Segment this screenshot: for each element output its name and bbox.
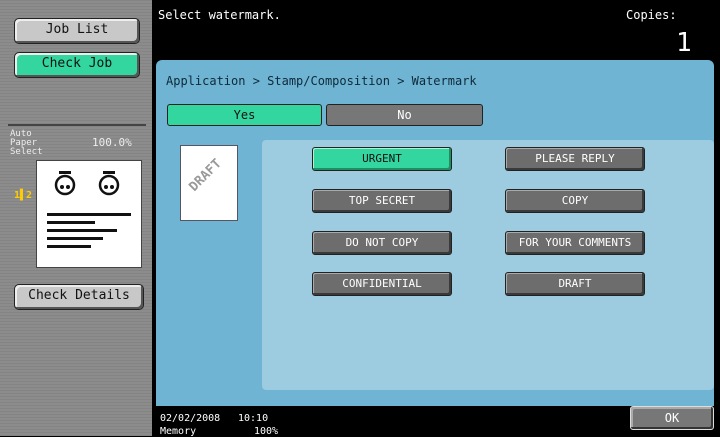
no-button[interactable]: No [326,104,483,126]
watermark-button-for-your-comments[interactable]: FOR YOUR COMMENTS [505,231,645,255]
memory-value: 100% [254,426,279,437]
watermark-button-do-not-copy[interactable]: DO NOT COPY [312,231,452,255]
copies-value: 1 [676,28,692,58]
check-job-button[interactable]: Check Job [14,52,140,78]
watermark-button-confidential[interactable]: CONFIDENTIAL [312,272,452,296]
copies-label: Copies: [626,8,677,22]
zoom-label: 100.0% [92,136,132,149]
watermark-button-copy[interactable]: COPY [505,189,645,213]
watermark-options-panel [262,140,714,390]
breadcrumb: Application > Stamp/Composition > Waterm… [162,70,708,92]
check-details-button[interactable]: Check Details [14,284,144,310]
auto-paper-label: Auto Paper Select [10,129,43,157]
time-label: 10:10 [238,413,269,424]
tray-icon: 1▌2 [14,190,33,201]
watermark-button-urgent[interactable]: URGENT [312,147,452,171]
job-list-button[interactable]: Job List [14,18,140,44]
left-divider [8,124,146,126]
date-label: 02/02/2008 [160,413,221,424]
watermark-button-draft[interactable]: DRAFT [505,272,645,296]
instruction-message: Select watermark. [158,8,281,22]
watermark-button-please-reply[interactable]: PLEASE REPLY [505,147,645,171]
yes-button[interactable]: Yes [167,104,322,126]
copy-preview-icon [36,160,142,268]
watermark-button-top-secret[interactable]: TOP SECRET [312,189,452,213]
memory-label: Memory [160,426,197,437]
ok-button[interactable]: OK [630,406,714,430]
